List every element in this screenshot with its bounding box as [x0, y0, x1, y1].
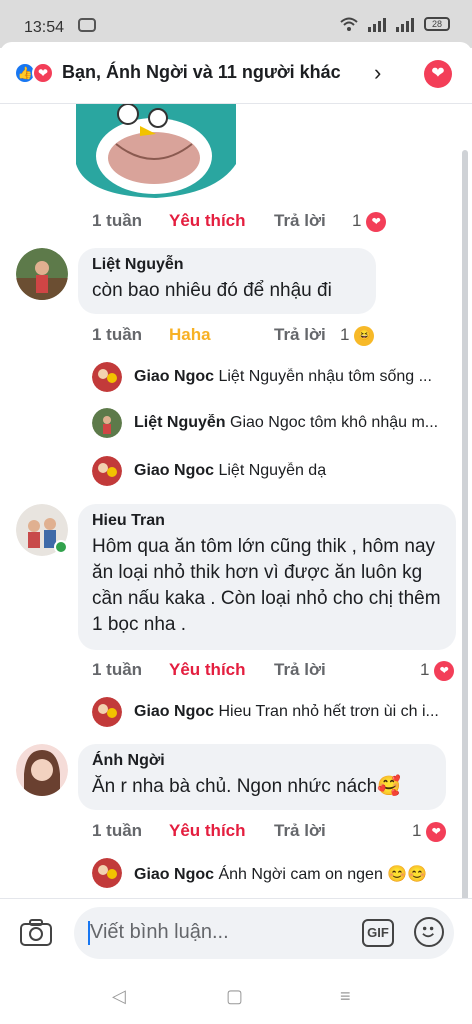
notification-icon [78, 18, 96, 32]
emoji-icon[interactable] [414, 917, 444, 947]
chevron-right-icon[interactable]: › [374, 60, 381, 86]
signal-icon [368, 16, 386, 32]
reaction-icons: 👍 ❤ [14, 62, 58, 84]
gif-button[interactable]: GIF [362, 919, 394, 947]
comment-input[interactable]: Viết bình luận... GIF [74, 907, 454, 959]
comment-placeholder: Viết bình luận... [90, 921, 229, 943]
reactions-summary[interactable]: Bạn, Ánh Ngời và 11 người khác [62, 62, 341, 83]
wifi-icon [340, 17, 358, 31]
system-navbar: ◁ ▢ ≡ [0, 968, 472, 1024]
battery-icon: 28 [424, 17, 450, 31]
signal-icon-2 [396, 16, 414, 32]
love-button[interactable]: ❤ [424, 60, 452, 88]
scrollbar[interactable] [462, 150, 468, 930]
back-nav-icon[interactable]: ◁ [112, 986, 126, 1007]
comments-sheet: 👍 ❤ Bạn, Ánh Ngời và 11 người khác › ❤ [0, 42, 472, 1024]
comment-composer: Viết bình luận... GIF [0, 898, 472, 968]
system-icons: 28 [340, 16, 450, 32]
recents-nav-icon[interactable]: ≡ [340, 986, 351, 1007]
status-time: 13:54 [24, 19, 65, 36]
home-nav-icon[interactable]: ▢ [226, 986, 243, 1007]
camera-icon[interactable] [20, 919, 52, 947]
status-bar: 13:54 28 [0, 0, 472, 48]
love-reaction-icon: ❤ [32, 62, 54, 84]
reactions-header[interactable]: 👍 ❤ Bạn, Ánh Ngời và 11 người khác › ❤ [0, 42, 472, 104]
